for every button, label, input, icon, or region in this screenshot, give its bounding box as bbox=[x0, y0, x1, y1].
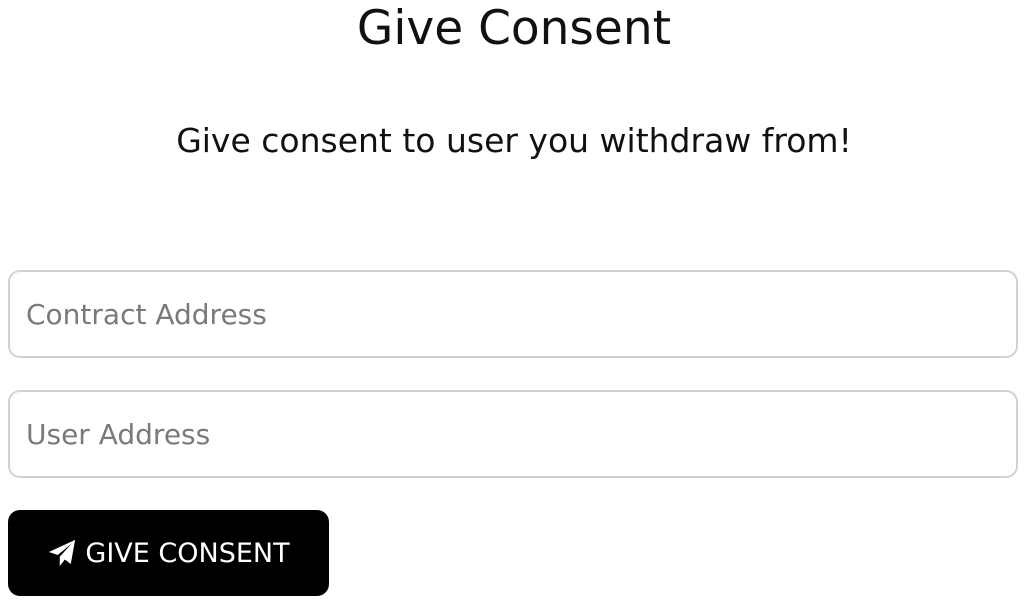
paper-plane-icon bbox=[47, 538, 77, 568]
page-title: Give Consent bbox=[356, 1, 672, 56]
give-consent-button[interactable]: GIVE CONSENT bbox=[8, 510, 329, 596]
page-subtitle: Give consent to user you withdraw from! bbox=[176, 121, 852, 160]
contract-address-input[interactable] bbox=[8, 270, 1018, 358]
give-consent-page: Give Consent Give consent to user you wi… bbox=[0, 0, 1028, 602]
give-consent-button-label: GIVE CONSENT bbox=[85, 537, 290, 569]
user-address-input[interactable] bbox=[8, 390, 1018, 478]
